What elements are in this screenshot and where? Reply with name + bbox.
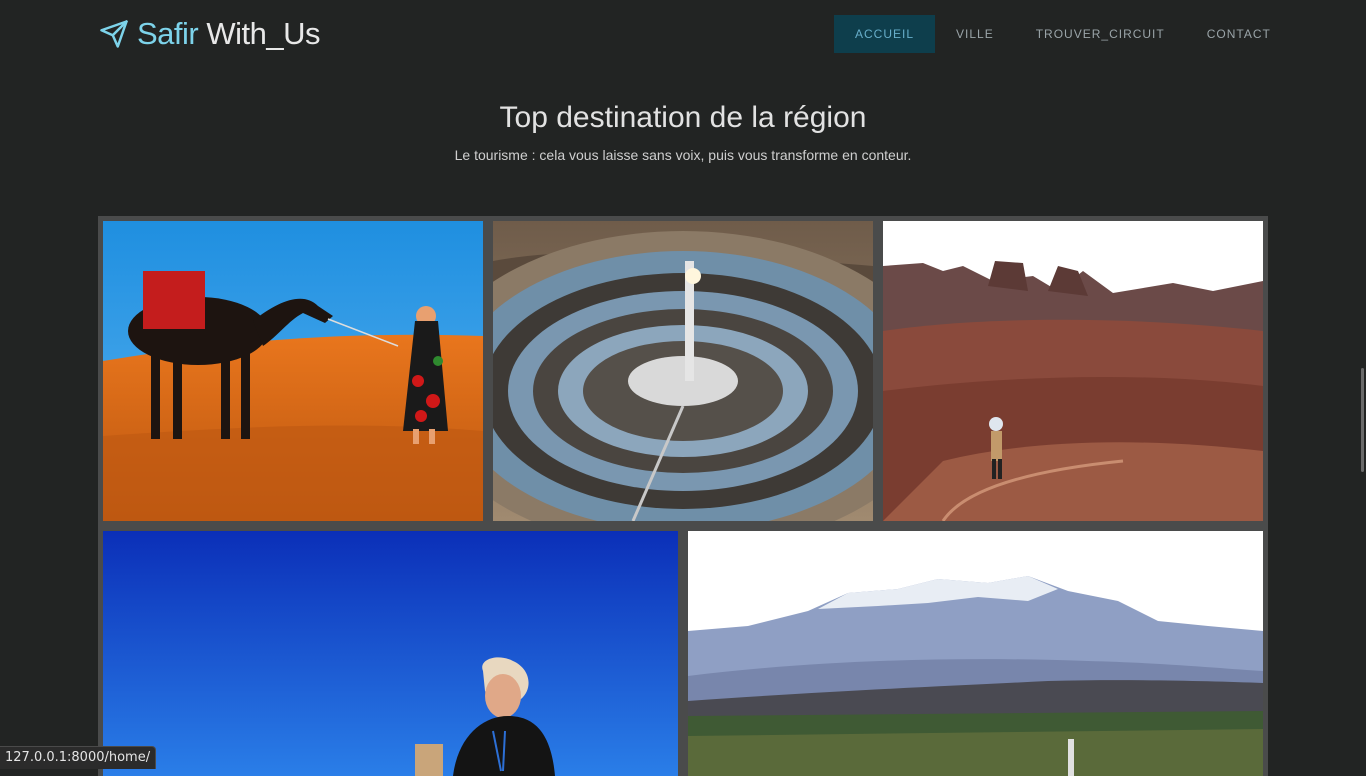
section-subtitle: Le tourisme : cela vous laisse sans voix… [454,147,912,163]
site-header: Safir With_Us ACCUEIL VILLE TROUVER_CIRC… [0,0,1366,70]
solar-tower-image [493,221,873,521]
brand-name: Safir With_Us [137,14,320,54]
nav-accueil[interactable]: ACCUEIL [834,15,936,53]
photo-desert-camel[interactable] [103,221,483,521]
desert-camel-image [103,221,483,521]
photo-atlas-mountains[interactable] [688,531,1263,776]
destination-gallery [98,216,1268,776]
brand-logo[interactable]: Safir With_Us [99,14,320,54]
status-bar-url: 127.0.0.1:8000/home/ [0,746,157,769]
brand-name-accent: Safir [137,16,199,51]
nav-ville[interactable]: VILLE [935,15,1015,53]
nav-contact[interactable]: CONTACT [1186,15,1292,53]
photo-woman-blue-sky[interactable] [103,531,678,776]
paper-plane-icon [100,20,128,48]
atlas-mountains-image [688,531,1263,776]
nav-trouver-circuit[interactable]: TROUVER_CIRCUIT [1015,15,1186,53]
main-nav: ACCUEIL VILLE TROUVER_CIRCUIT CONTACT [834,15,1292,53]
section-title: Top destination de la région [499,101,867,134]
brand-name-rest: With_Us [198,16,320,51]
page-scrollbar[interactable] [1361,368,1364,472]
woman-blue-sky-image [103,531,678,776]
photo-solar-tower[interactable] [493,221,873,521]
photo-red-rock-canyon[interactable] [883,221,1263,521]
red-rock-canyon-image [883,221,1263,521]
